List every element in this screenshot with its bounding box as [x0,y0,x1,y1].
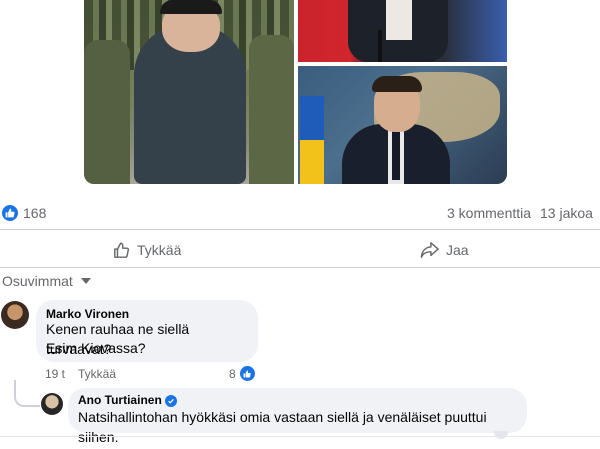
reply-author[interactable]: Ano Turtiainen [78,393,177,407]
share-arrow-icon [420,242,439,258]
share-button-label: Jaa [446,242,469,258]
comment-sort-label: Osuvimmat [2,273,73,289]
comment-like-count: 8 [229,366,236,381]
shares-count[interactable]: 13 jakoa [540,205,593,221]
post-photo-grid [84,0,507,184]
comment-text-line: Esim Kiovassa? [46,340,146,356]
photo-microphone [378,30,382,62]
photo-flag [300,96,324,140]
post-photo-bottom-right[interactable] [298,66,507,184]
post-photo-top-right[interactable] [298,0,507,62]
reply-bubble: Ano Turtiainen Natsihallintohan hyökkäsi… [68,388,527,445]
comment-like-link[interactable]: Tykkää [78,367,116,381]
photo-figure [249,35,294,184]
photo-collar [386,0,412,40]
reply-thread-line [14,380,40,407]
comments-count[interactable]: 3 kommenttia [447,205,531,221]
share-button[interactable]: Jaa [420,239,469,261]
divider [0,436,600,437]
comment-timestamp[interactable]: 19 t [45,367,65,381]
reply-text: Natsihallintohan hyökkäsi omia vastaan s… [78,409,487,445]
comment-bubble: Marko Vironen Kenen rauhaa ne siellä tur… [36,300,258,362]
divider [0,267,600,268]
comment-reactions[interactable]: 8 [229,365,256,382]
photo-flag [300,140,324,184]
photo-hair [372,76,422,92]
like-button[interactable]: Tykkää [113,239,181,261]
checkmark-icon [167,398,174,404]
reply-author-name: Ano Turtiainen [78,393,162,407]
photo-hair [160,0,222,14]
post-photo-left[interactable] [84,0,294,184]
thumbs-up-icon [243,370,251,377]
like-button-label: Tykkää [137,242,182,258]
divider [0,229,600,230]
avatar[interactable] [41,393,63,415]
like-reaction-icon [238,365,256,382]
thumbs-up-outline-icon [114,242,130,258]
like-count[interactable]: 168 [23,205,46,221]
verified-badge-icon [164,395,177,407]
like-reaction-icon[interactable] [2,205,18,221]
photo-figure [84,40,130,184]
avatar[interactable] [1,301,29,329]
caret-down-icon [80,278,91,284]
photo-tie [392,130,400,180]
thumbs-up-icon [5,208,15,218]
comment-sort-dropdown[interactable]: Osuvimmat [2,273,91,289]
